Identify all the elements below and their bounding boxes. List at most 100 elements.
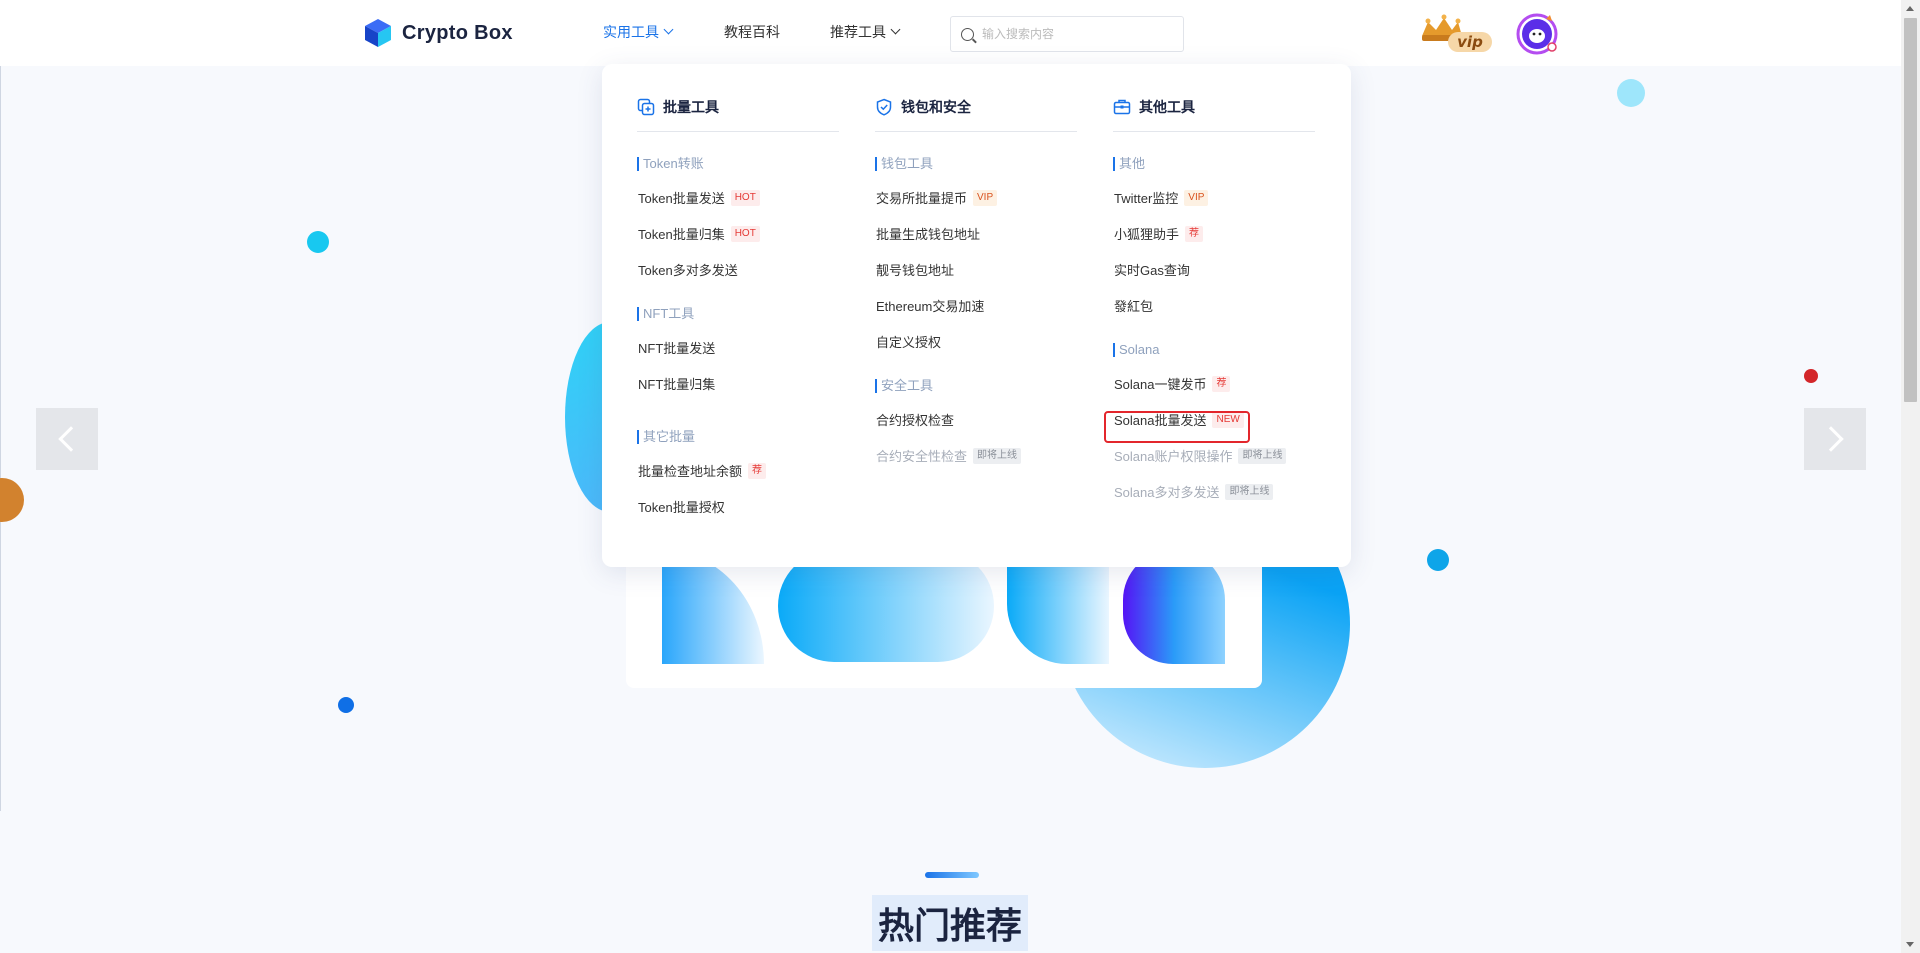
section-title: 热门推荐 [872, 895, 1029, 951]
menu-item-label: Solana一键发币 [1114, 377, 1207, 392]
avatar[interactable] [1516, 13, 1558, 55]
menu-item-batch-generate-wallets[interactable]: 批量生成钱包地址 [876, 224, 980, 243]
menu-item-label: 实时Gas查询 [1114, 263, 1190, 278]
tools-dropdown-panel: 批量工具 Token转账 Token批量发送 HOT Token批量归集 HOT… [602, 64, 1351, 567]
menu-item-token-many-to-many[interactable]: Token多对多发送 [638, 260, 738, 279]
menu-item-label: Solana批量发送 [1114, 413, 1207, 428]
menu-item-approval-check[interactable]: 合约授权检查 [876, 410, 954, 429]
recommend-badge: 荐 [1212, 375, 1231, 392]
hero-shape [662, 550, 764, 664]
menu-item-solana-token-launch[interactable]: Solana一键发币 荐 [1114, 374, 1231, 393]
menu-item-label: Token批量归集 [638, 227, 725, 242]
decor-dot [1427, 549, 1449, 571]
chevron-left-icon [58, 426, 84, 452]
decor-dot [338, 697, 354, 713]
menu-item-token-batch-send[interactable]: Token批量发送 HOT [638, 188, 760, 207]
coming-soon-badge: 即将上线 [973, 447, 1022, 464]
menu-item-red-packet[interactable]: 發紅包 [1114, 296, 1153, 315]
vip-label: vip [1457, 33, 1483, 51]
nav-label: 教程百科 [724, 24, 780, 40]
menu-group-label: NFT工具 [637, 307, 694, 321]
menu-item-gas-query[interactable]: 实时Gas查询 [1114, 260, 1190, 279]
menu-item-custom-approve[interactable]: 自定义授权 [876, 332, 941, 351]
scroll-down-arrow-icon[interactable] [1906, 942, 1914, 947]
menu-item-token-batch-approve[interactable]: Token批量授权 [638, 497, 725, 516]
menu-column-header: 批量工具 [637, 98, 839, 132]
search-box[interactable] [950, 16, 1184, 52]
menu-item-label: Ethereum交易加速 [876, 299, 985, 314]
menu-item-nft-batch-collect[interactable]: NFT批量归集 [638, 374, 715, 393]
menu-item-token-batch-collect[interactable]: Token批量归集 HOT [638, 224, 760, 243]
menu-item-label: 發紅包 [1114, 299, 1154, 314]
menu-item-label: Solana账户权限操作 [1114, 449, 1233, 464]
scrollbar-thumb[interactable] [1904, 18, 1917, 402]
chevron-down-icon [890, 24, 901, 35]
menu-item-contract-security-check: 合约安全性检查 即将上线 [876, 446, 1022, 465]
menu-item-metamask-helper[interactable]: 小狐狸助手 荐 [1114, 224, 1204, 243]
menu-item-nft-batch-send[interactable]: NFT批量发送 [638, 338, 715, 357]
chevron-down-icon [663, 24, 674, 35]
decor-dot [1617, 79, 1645, 107]
menu-item-vanity-address[interactable]: 靓号钱包地址 [876, 260, 954, 279]
menu-item-label: Token批量授权 [638, 500, 725, 515]
menu-item-label: Twitter监控 [1114, 191, 1179, 206]
menu-item-exchange-batch-withdraw[interactable]: 交易所批量提币 VIP [876, 188, 998, 207]
menu-item-solana-batch-send[interactable]: Solana批量发送 NEW [1114, 410, 1244, 429]
toolbox-icon [1113, 99, 1131, 115]
carousel-prev-button[interactable] [36, 408, 98, 470]
coming-soon-badge: 即将上线 [1225, 483, 1274, 500]
search-icon [961, 27, 974, 41]
menu-item-solana-account-permission: Solana账户权限操作 即将上线 [1114, 446, 1287, 465]
menu-item-label: Token批量发送 [638, 191, 725, 206]
logo-text: Crypto Box [402, 21, 513, 44]
hero-shape [1007, 550, 1109, 664]
nav-recommended-tools[interactable]: 推荐工具 [830, 22, 901, 42]
menu-item-twitter-monitor[interactable]: Twitter监控 VIP [1114, 188, 1209, 207]
menu-item-label: 批量检查地址余额 [638, 464, 743, 479]
shield-check-icon [876, 98, 892, 116]
menu-group-label: 钱包工具 [875, 157, 933, 171]
menu-group-label: 安全工具 [875, 379, 933, 393]
recommend-badge: 荐 [1185, 225, 1204, 242]
menu-column-title: 钱包和安全 [901, 99, 971, 115]
menu-item-label: 合约安全性检查 [876, 449, 968, 464]
menu-group-label: 其他 [1113, 157, 1145, 171]
logo[interactable]: Crypto Box [362, 15, 513, 51]
search-input[interactable] [982, 27, 1172, 41]
menu-group-label: 其它批量 [637, 430, 695, 444]
menu-column-title: 批量工具 [663, 99, 719, 115]
menu-item-label: Token多对多发送 [638, 263, 738, 278]
menu-group-label: Solana [1113, 343, 1159, 357]
nav-label: 推荐工具 [830, 24, 886, 40]
menu-column-header: 钱包和安全 [875, 98, 1077, 132]
menu-column-title: 其他工具 [1139, 99, 1195, 115]
vertical-scrollbar[interactable] [1901, 0, 1920, 953]
coming-soon-badge: 即将上线 [1238, 447, 1287, 464]
top-header: Crypto Box 实用工具 教程百科 推荐工具 vip [0, 0, 1901, 66]
hero-shape [1123, 550, 1225, 664]
menu-item-label: 合约授权检查 [876, 413, 955, 428]
hot-badge: HOT [730, 225, 760, 242]
menu-group-label: Token转账 [637, 157, 704, 171]
scroll-up-arrow-icon[interactable] [1906, 6, 1914, 11]
menu-item-label: NFT批量归集 [638, 377, 716, 392]
menu-item-label: 小狐狸助手 [1114, 227, 1180, 242]
decor-dot [1804, 369, 1818, 383]
nav-practical-tools[interactable]: 实用工具 [603, 22, 674, 42]
menu-item-label: 靓号钱包地址 [876, 263, 955, 278]
nav-tutorials[interactable]: 教程百科 [724, 22, 780, 42]
menu-item-label: 交易所批量提币 [876, 191, 968, 206]
hot-badge: HOT [730, 189, 760, 206]
carousel-next-button[interactable] [1804, 408, 1866, 470]
section-accent-bar [925, 872, 979, 878]
menu-item-batch-balance-check[interactable]: 批量检查地址余额 荐 [638, 461, 767, 480]
nav-label: 实用工具 [603, 24, 659, 40]
chevron-right-icon [1818, 426, 1844, 452]
menu-column-header: 其他工具 [1113, 98, 1315, 132]
menu-item-ethereum-speedup[interactable]: Ethereum交易加速 [876, 296, 984, 315]
cube-logo-icon [365, 19, 391, 47]
vip-badge: VIP [1184, 189, 1209, 206]
menu-item-label: 自定义授权 [876, 335, 942, 350]
vip-crown-icon[interactable]: vip [1418, 14, 1494, 54]
menu-item-label: NFT批量发送 [638, 341, 716, 356]
